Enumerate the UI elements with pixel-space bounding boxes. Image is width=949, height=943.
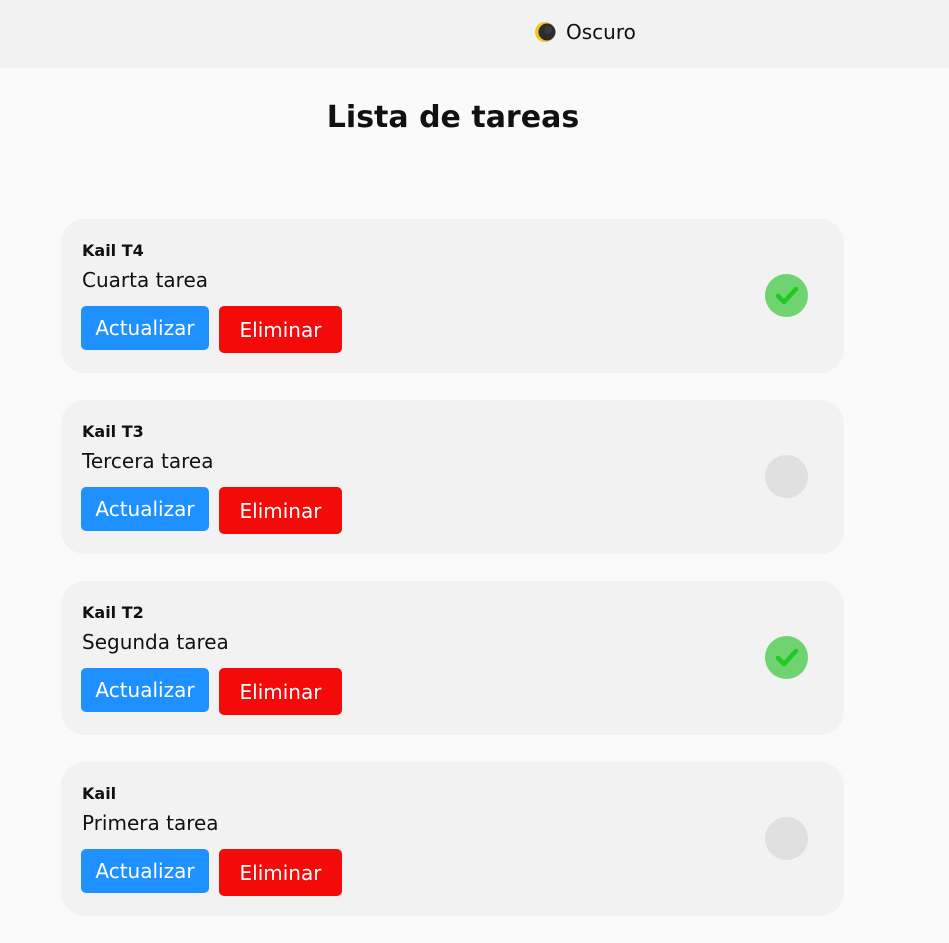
checkmark-icon	[775, 648, 798, 666]
theme-toggle[interactable]: Oscuro	[534, 19, 636, 45]
task-description: Segunda tarea	[82, 630, 229, 654]
task-card: Kail Primera tarea Actualizar Eliminar	[61, 762, 844, 916]
task-author: Kail T4	[82, 241, 144, 260]
delete-button[interactable]: Eliminar	[219, 668, 342, 715]
delete-button[interactable]: Eliminar	[219, 487, 342, 534]
task-card: Kail T2 Segunda tarea Actualizar Elimina…	[61, 581, 844, 735]
task-list: Kail T4 Cuarta tarea Actualizar Eliminar…	[61, 219, 844, 943]
task-status-toggle[interactable]	[765, 817, 808, 860]
task-author: Kail T3	[82, 422, 144, 441]
moon-icon	[534, 21, 556, 43]
task-card: Kail T3 Tercera tarea Actualizar Elimina…	[61, 400, 844, 554]
task-card: Kail T4 Cuarta tarea Actualizar Eliminar	[61, 219, 844, 373]
theme-label: Oscuro	[566, 20, 636, 44]
delete-button[interactable]: Eliminar	[219, 306, 342, 353]
task-description: Tercera tarea	[82, 449, 214, 473]
task-description: Primera tarea	[82, 811, 219, 835]
checkmark-icon	[775, 286, 798, 304]
top-bar: Oscuro	[0, 0, 949, 68]
update-button[interactable]: Actualizar	[81, 668, 209, 712]
task-status-toggle[interactable]	[765, 455, 808, 498]
page-title: Lista de tareas	[326, 100, 580, 135]
task-status-toggle[interactable]	[765, 274, 808, 317]
task-author: Kail	[82, 784, 117, 803]
update-button[interactable]: Actualizar	[81, 306, 209, 350]
update-button[interactable]: Actualizar	[81, 487, 209, 531]
update-button[interactable]: Actualizar	[81, 849, 209, 893]
delete-button[interactable]: Eliminar	[219, 849, 342, 896]
task-status-toggle[interactable]	[765, 636, 808, 679]
task-description: Cuarta tarea	[82, 268, 209, 292]
task-author: Kail T2	[82, 603, 144, 622]
